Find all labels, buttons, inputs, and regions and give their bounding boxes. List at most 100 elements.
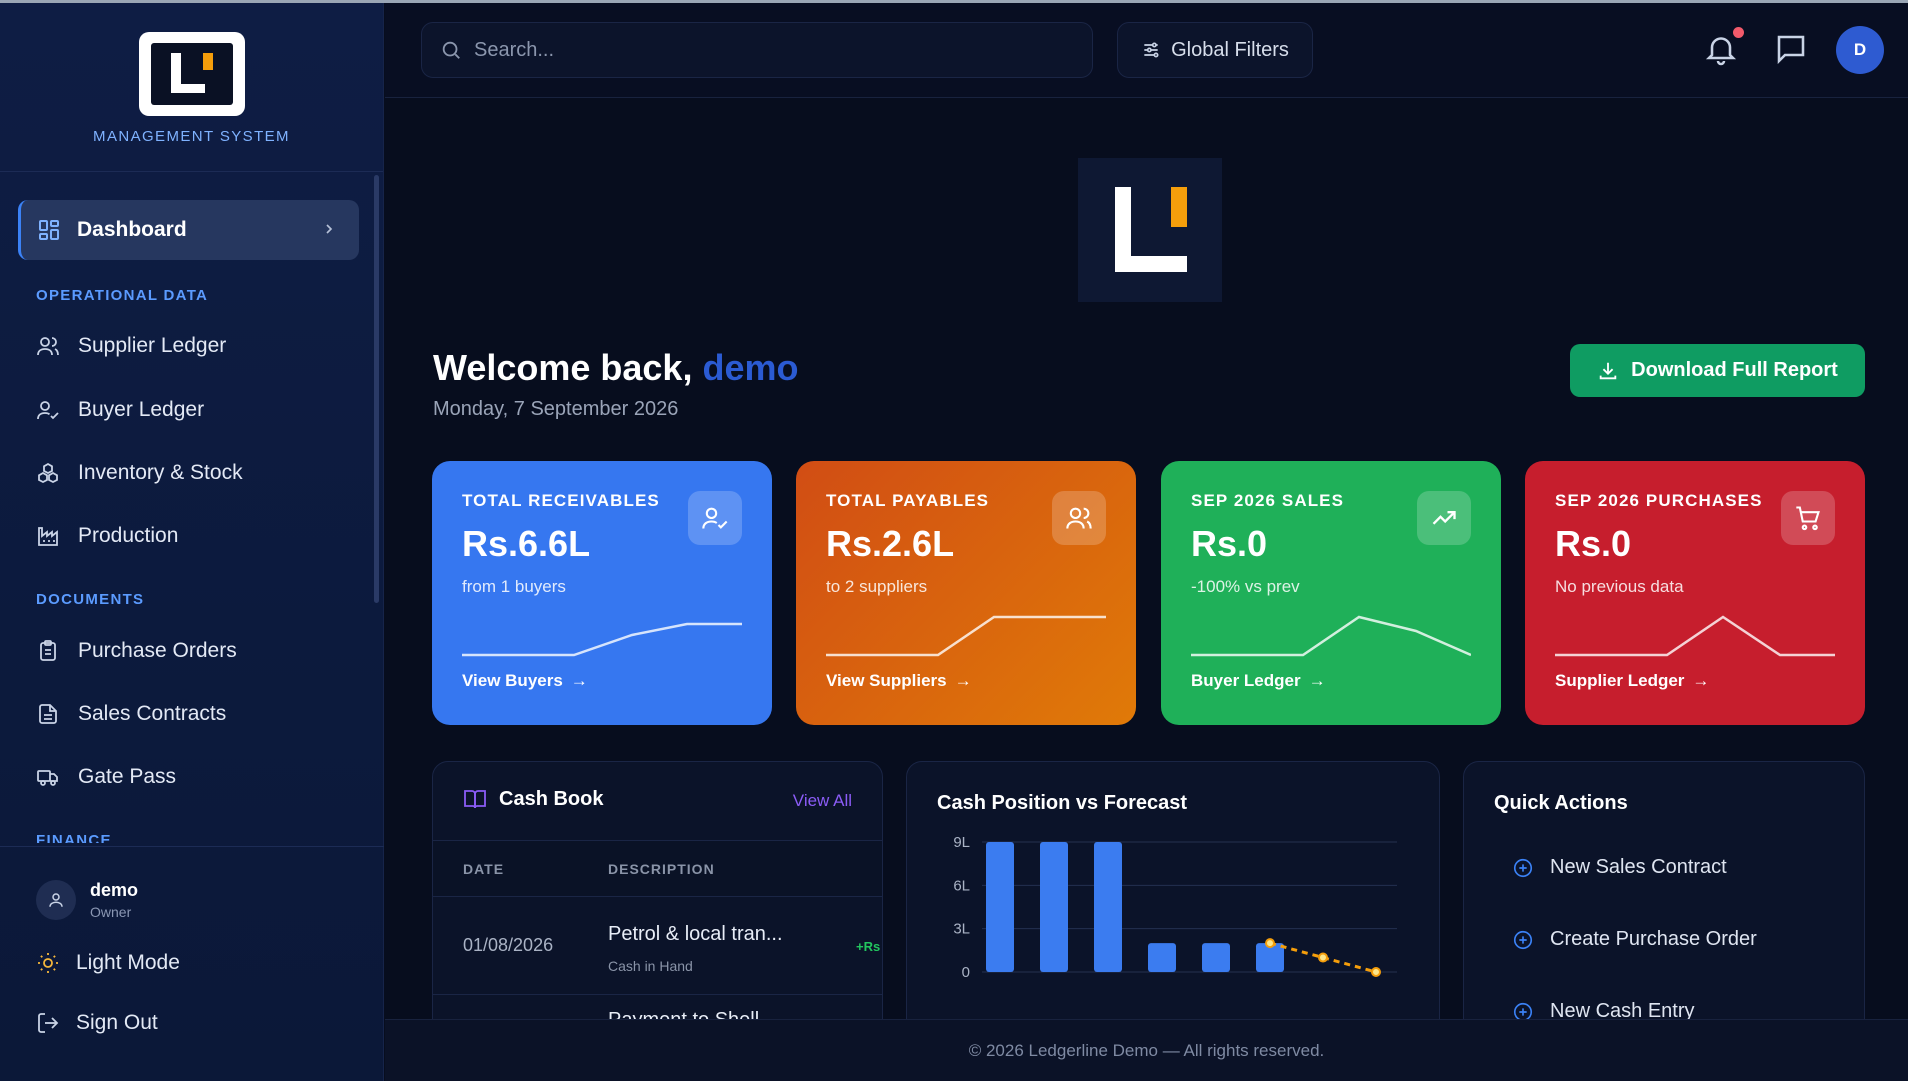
sidebar-nav: Dashboard OPERATIONAL DATA Supplier Ledg… [0, 173, 380, 843]
forecast-point [1318, 952, 1328, 963]
download-report-button[interactable]: Download Full Report [1570, 344, 1865, 397]
sidebar-item-supplier-ledger[interactable]: Supplier Ledger [36, 326, 226, 366]
cash-book-panel: Cash Book View All DATE DESCRIPTION 01/0… [432, 761, 883, 1019]
factory-icon [38, 527, 58, 546]
forecast-point [1371, 967, 1381, 977]
clipboard-icon [40, 640, 56, 661]
plus-circle-icon [1513, 1002, 1533, 1019]
chart-bar [1040, 842, 1068, 972]
sidebar-item-gate-pass[interactable]: Gate Pass [36, 757, 176, 797]
sidebar-item-sales-contracts[interactable]: Sales Contracts [36, 694, 226, 734]
cash-position-chart-panel: Cash Position vs Forecast 9L 6L 3L 0 [906, 761, 1440, 1019]
brand-logo[interactable] [138, 32, 245, 116]
search-input[interactable] [474, 38, 1074, 62]
search-box[interactable] [421, 22, 1093, 78]
users-icon [37, 337, 59, 356]
sidebar-item-label: Production [78, 524, 179, 547]
sidebar-item-production[interactable]: Production [36, 516, 178, 556]
create-purchase-order-button[interactable]: Create Purchase Order [1512, 928, 1757, 951]
grid-icon [39, 220, 59, 240]
avatar [36, 880, 76, 920]
supplier-ledger-link[interactable]: Supplier Ledger → [1555, 671, 1709, 691]
notification-dot [1733, 27, 1744, 38]
sidebar-item-dashboard[interactable]: Dashboard [18, 200, 359, 260]
kpi-card-receivables[interactable]: TOTAL RECEIVABLES Rs.6.6L from 1 buyers … [432, 461, 772, 725]
user-icon [49, 893, 63, 907]
sparkline [1191, 615, 1471, 657]
table-row[interactable]: 01/08/2026 Petrol & local tran... Cash i… [433, 897, 882, 995]
sidebar-item-label: Dashboard [77, 218, 187, 241]
cash-book-table: DATE DESCRIPTION 01/08/2026 Petrol & loc… [433, 840, 882, 1019]
sidebar-item-label: Purchase Orders [78, 639, 237, 662]
y-tick-label: 3L [953, 921, 970, 938]
current-date: Monday, 7 September 2026 [433, 398, 679, 420]
sidebar-item-label: Buyer Ledger [78, 398, 205, 421]
sparkline [1555, 615, 1835, 657]
nav-section-finance: FINANCE [36, 832, 112, 843]
arrow-right-icon: → [1308, 671, 1326, 690]
sidebar-item-purchase-orders[interactable]: Purchase Orders [36, 631, 237, 671]
sun-icon [38, 953, 58, 973]
table-row[interactable]: Payment to Shell... [433, 995, 882, 1019]
new-cash-entry-button[interactable]: New Cash Entry [1512, 1000, 1695, 1019]
sign-out-button[interactable]: Sign Out [36, 1011, 158, 1035]
view-buyers-link[interactable]: View Buyers → [462, 671, 588, 691]
new-sales-contract-button[interactable]: New Sales Contract [1512, 856, 1727, 879]
message-icon[interactable] [1773, 31, 1809, 67]
light-mode-label: Light Mode [76, 951, 180, 974]
avatar[interactable]: D [1836, 26, 1884, 74]
nav-section-operational: OPERATIONAL DATA [36, 287, 209, 304]
kpi-subtitle: from 1 buyers [462, 577, 566, 596]
y-tick-label: 6L [953, 877, 970, 894]
brand-subtitle: MANAGEMENT SYSTEM [93, 128, 290, 145]
kpi-subtitle: No previous data [1555, 577, 1684, 596]
kpi-card-payables[interactable]: TOTAL PAYABLES Rs.2.6L to 2 suppliers Vi… [796, 461, 1136, 725]
column-header-description: DESCRIPTION [608, 861, 715, 877]
sliders-icon [1144, 42, 1159, 58]
buyer-ledger-link[interactable]: Buyer Ledger → [1191, 671, 1326, 691]
download-report-label: Download Full Report [1631, 359, 1838, 381]
sidebar-footer: demo Owner Light Mode Sign Out [0, 846, 384, 1081]
book-icon [464, 790, 486, 809]
log-out-icon [38, 1013, 59, 1033]
chevron-right-icon [326, 224, 333, 234]
light-mode-toggle[interactable]: Light Mode [36, 951, 180, 975]
global-filters-button[interactable]: Global Filters [1117, 22, 1313, 78]
sparkline [826, 615, 1106, 657]
user-role: Owner [90, 904, 132, 920]
sidebar: MANAGEMENT SYSTEM Dashboard OPERATIONAL … [0, 3, 384, 1081]
kpi-card-purchases[interactable]: SEP 2026 PURCHASES Rs.0 No previous data… [1525, 461, 1865, 725]
sidebar-item-label: Sales Contracts [78, 702, 227, 725]
copyright-text: © 2026 Ledgerline Demo — All rights rese… [968, 1040, 1325, 1060]
kpi-subtitle: -100% vs prev [1191, 577, 1300, 596]
sidebar-item-label: Gate Pass [78, 765, 177, 788]
sparkline [462, 622, 742, 657]
chart-bar [1202, 943, 1230, 972]
table-header: DATE DESCRIPTION [433, 840, 882, 897]
view-all-link[interactable]: View All [793, 791, 852, 811]
user-name: demo [90, 880, 139, 900]
cash-book-title: Cash Book [499, 787, 604, 810]
nav-section-documents: DOCUMENTS [36, 591, 145, 608]
hero-logo [1078, 158, 1222, 302]
chart-bar [1094, 842, 1122, 972]
welcome-heading: Welcome back, demo [433, 347, 799, 388]
kpi-subtitle: to 2 suppliers [826, 577, 928, 596]
bell-icon[interactable] [1703, 31, 1739, 67]
page-footer: © 2026 Ledgerline Demo — All rights rese… [385, 1019, 1908, 1081]
sidebar-item-buyer-ledger[interactable]: Buyer Ledger [36, 390, 204, 430]
chart-bar [986, 842, 1014, 972]
user-check-icon [37, 401, 59, 420]
user-profile[interactable]: demo Owner [36, 880, 138, 920]
column-header-date: DATE [463, 861, 505, 877]
row-description: Payment to Shell... [608, 1009, 776, 1019]
sidebar-item-label: Inventory & Stock [78, 461, 243, 484]
sidebar-item-inventory[interactable]: Inventory & Stock [36, 453, 243, 493]
y-tick-label: 9L [953, 834, 970, 851]
welcome-username: demo [702, 347, 799, 388]
view-suppliers-link[interactable]: View Suppliers → [826, 671, 972, 691]
trending-up-icon [1417, 491, 1471, 545]
brand: MANAGEMENT SYSTEM [0, 3, 383, 172]
quick-actions-title: Quick Actions [1494, 792, 1628, 814]
kpi-card-sales[interactable]: SEP 2026 SALES Rs.0 -100% vs prev Buyer … [1161, 461, 1501, 725]
